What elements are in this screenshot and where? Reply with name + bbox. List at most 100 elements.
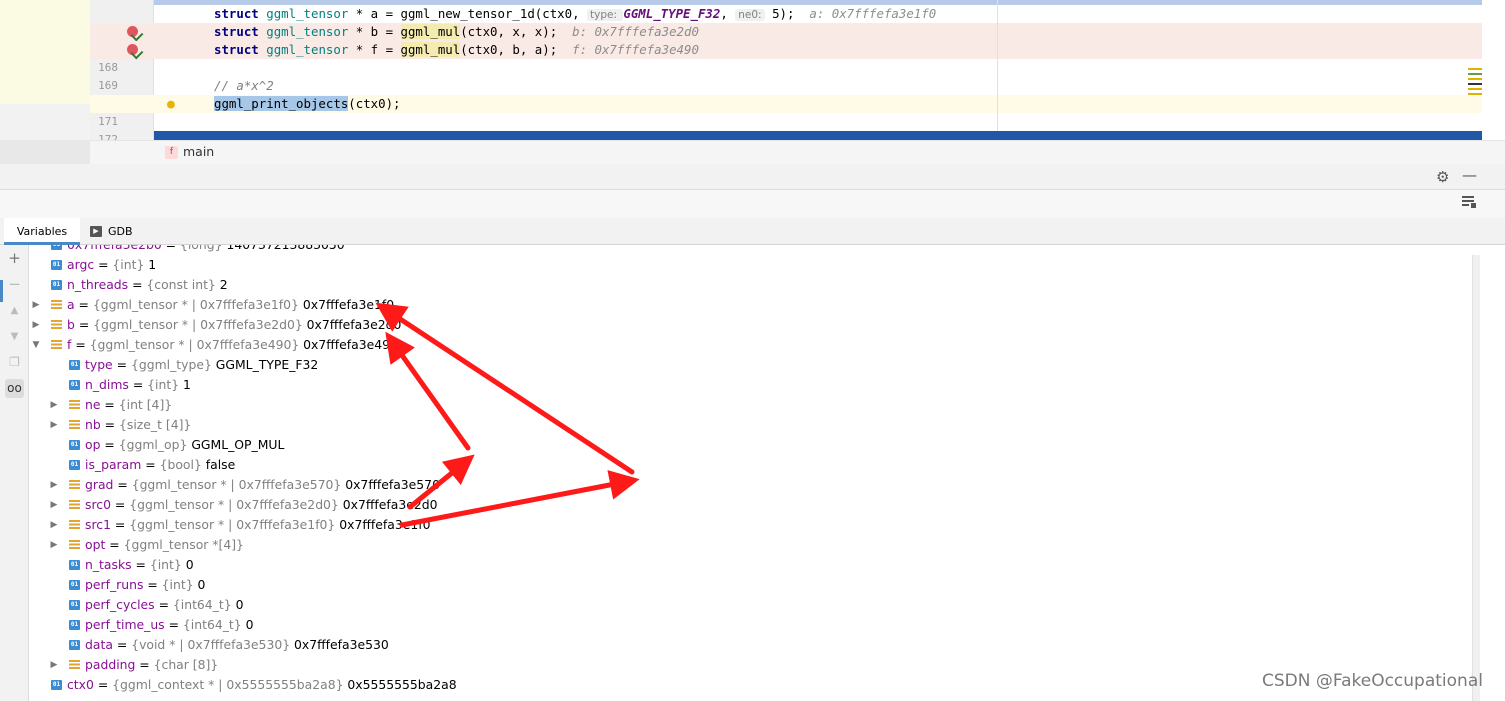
move-up-icon[interactable]: ▲ <box>5 301 24 320</box>
variable-row-is_param[interactable]: 01 is_param = {bool} false <box>29 455 1469 475</box>
code-line-172[interactable]: 172 <box>90 113 1482 140</box>
variable-type: {ggml_tensor * | 0x7fffefa3e1f0} <box>92 297 299 312</box>
copy-icon[interactable]: ❐ <box>5 353 24 372</box>
variable-value: 0x7fffefa3e1f0 <box>298 297 395 312</box>
primitive-value-icon: 01 <box>69 360 80 370</box>
primitive-value-icon: 01 <box>69 560 80 570</box>
expand-arrow-closed-icon[interactable]: ▶ <box>49 495 59 515</box>
code-text: , <box>720 6 736 21</box>
code-text: ); <box>779 6 795 21</box>
remove-watch-icon[interactable]: − <box>5 275 24 294</box>
variable-name: ctx0 <box>67 677 94 692</box>
variable-label: n_tasks = {int} 0 <box>85 557 194 572</box>
variable-type: {void * | 0x7fffefa3e530} <box>131 637 291 652</box>
keyword: struct <box>214 42 259 57</box>
variable-value: 0 <box>241 617 254 632</box>
move-down-icon[interactable]: ▼ <box>5 327 24 346</box>
variable-row-opt[interactable]: ▶ opt = {ggml_tensor *[4]} <box>29 535 1469 555</box>
breakpoint-icon[interactable] <box>127 44 138 55</box>
variable-value: 0x5555555ba2a8 <box>343 677 457 692</box>
minimize-icon[interactable]: — <box>1462 166 1477 184</box>
code-line-170[interactable]: 170 // a*x^2 <box>90 77 1482 110</box>
variable-row-perf_time_us[interactable]: 01 perf_time_us = {int64_t} 0 <box>29 615 1469 635</box>
breakpoint-icon[interactable] <box>127 26 138 37</box>
variable-row-src1[interactable]: ▶ src1 = {ggml_tensor * | 0x7fffefa3e1f0}… <box>29 515 1469 535</box>
variable-label: ctx0 = {ggml_context * | 0x5555555ba2a8}… <box>67 677 457 692</box>
variable-row-b[interactable]: ▶ b = {ggml_tensor * | 0x7fffefa3e2d0} 0x… <box>29 315 1469 335</box>
expand-arrow-closed-icon[interactable]: ▶ <box>31 315 41 335</box>
variable-row-ctx0[interactable]: 01 ctx0 = {ggml_context * | 0x5555555ba2a… <box>29 675 1469 695</box>
variable-name: 0x7fffefa3e2b0 <box>67 245 162 252</box>
variable-row-n_dims[interactable]: 01 n_dims = {int} 1 <box>29 375 1469 395</box>
variable-row-nb[interactable]: ▶ nb = {size_t [4]} <box>29 415 1469 435</box>
keyword: struct <box>214 24 259 39</box>
expand-arrow-closed-icon[interactable]: ▶ <box>31 295 41 315</box>
variables-tree[interactable]: 01 0x7fffefa3e2b0 = {long} 14073721388305… <box>29 245 1472 701</box>
expand-arrow-open-icon[interactable]: ▼ <box>31 335 41 355</box>
expand-arrow-closed-icon[interactable]: ▶ <box>49 655 59 675</box>
expand-arrow-closed-icon[interactable]: ▶ <box>49 535 59 555</box>
primitive-value-icon: 01 <box>69 440 80 450</box>
expand-arrow-closed-icon[interactable]: ▶ <box>49 415 59 435</box>
primitive-value-icon: 01 <box>51 260 62 270</box>
variable-row-f[interactable]: ▼ f = {ggml_tensor * | 0x7fffefa3e490} 0x… <box>29 335 1469 355</box>
variable-row-padding[interactable]: ▶ padding = {char [8]} <box>29 655 1469 675</box>
lightbulb-icon[interactable]: ● <box>167 96 175 114</box>
variable-row-grad[interactable]: ▶ grad = {ggml_tensor * | 0x7fffefa3e570}… <box>29 475 1469 495</box>
expand-arrow-closed-icon[interactable]: ▶ <box>49 515 59 535</box>
variable-label: perf_time_us = {int64_t} 0 <box>85 617 254 632</box>
tab-variables[interactable]: Variables <box>4 218 80 245</box>
variable-row-data[interactable]: 01 data = {void * | 0x7fffefa3e530} 0x7ff… <box>29 635 1469 655</box>
variable-row-ne[interactable]: ▶ ne = {int [4]} <box>29 395 1469 415</box>
layout-settings-icon[interactable] <box>1462 196 1476 208</box>
code-line-171[interactable]: 171 ● ggml_print_objects(ctx0); <box>90 95 1482 128</box>
variable-row-n_tasks[interactable]: 01 n_tasks = {int} 0 <box>29 555 1469 575</box>
variable-label: src1 = {ggml_tensor * | 0x7fffefa3e1f0} … <box>85 517 431 532</box>
variable-value: 140737213883050 <box>223 245 344 252</box>
variable-label: ne = {int [4]} <box>85 397 173 412</box>
breadcrumb-function[interactable]: main <box>183 144 214 159</box>
gear-icon[interactable]: ⚙ <box>1436 168 1449 186</box>
variable-name: nb <box>85 417 101 432</box>
variable-name: src1 <box>85 517 111 532</box>
function-icon: f <box>165 146 178 159</box>
tab-gdb[interactable]: ▶ GDB <box>88 218 144 245</box>
variable-row-op[interactable]: 01 op = {ggml_op} GGML_OP_MUL <box>29 435 1469 455</box>
variable-row-perf_cycles[interactable]: 01 perf_cycles = {int64_t} 0 <box>29 595 1469 615</box>
expand-arrow-closed-icon[interactable]: ▶ <box>49 395 59 415</box>
breadcrumb[interactable]: f main <box>90 140 1505 164</box>
expand-arrow-closed-icon[interactable]: ▶ <box>49 475 59 495</box>
variable-name: type <box>85 357 113 372</box>
param-hint-type-value: GGML_TYPE_F32 <box>623 6 721 21</box>
vertical-scrollbar[interactable] <box>1472 255 1480 701</box>
variable-row-src0[interactable]: ▶ src0 = {ggml_tensor * | 0x7fffefa3e2d0}… <box>29 495 1469 515</box>
variable-label: perf_runs = {int} 0 <box>85 577 206 592</box>
add-watch-icon[interactable]: + <box>5 249 24 268</box>
struct-field-icon <box>69 540 80 550</box>
variable-row-type[interactable]: 01 type = {ggml_type} GGML_TYPE_F32 <box>29 355 1469 375</box>
code-editor[interactable]: 166 struct ggml_tensor * a = ggml_new_te… <box>0 0 1505 140</box>
code-line-167[interactable]: 167 struct ggml_tensor * b = ggml_mul(ct… <box>90 23 1482 56</box>
variable-type: {ggml_tensor *[4]} <box>123 537 244 552</box>
primitive-value-icon: 01 <box>69 460 80 470</box>
variable-row-a[interactable]: ▶ a = {ggml_tensor * | 0x7fffefa3e1f0} 0x… <box>29 295 1469 315</box>
variable-type: {const int} <box>146 277 216 292</box>
variable-name: perf_cycles <box>85 597 155 612</box>
variable-value: GGML_OP_MUL <box>187 437 285 452</box>
variable-name: perf_runs <box>85 577 144 592</box>
code-line-168[interactable]: 168 struct ggml_tensor * f = ggml_mul(ct… <box>90 41 1482 74</box>
code-line-166[interactable]: 166 struct ggml_tensor * a = ggml_new_te… <box>90 5 1482 38</box>
param-hint-type: type: <box>587 9 624 21</box>
variable-row-0x7fffefa3e2b0[interactable]: 01 0x7fffefa3e2b0 = {long} 14073721388305… <box>29 245 1469 255</box>
debug-toolbar <box>0 190 1505 218</box>
variable-row-n_threads[interactable]: 01 n_threads = {const int} 2 <box>29 275 1469 295</box>
variable-value: 0x7fffefa3e2d0 <box>302 317 402 332</box>
variable-label: 0x7fffefa3e2b0 = {long} 140737213883050 <box>67 245 345 255</box>
type-name: ggml_tensor <box>266 6 349 21</box>
code-line-169[interactable]: 169 <box>90 59 1482 92</box>
struct-field-icon <box>69 400 80 410</box>
error-stripe[interactable] <box>1468 68 1482 108</box>
variable-row-argc[interactable]: 01 argc = {int} 1 <box>29 255 1469 275</box>
variable-row-perf_runs[interactable]: 01 perf_runs = {int} 0 <box>29 575 1469 595</box>
glasses-icon[interactable]: oo <box>5 379 24 398</box>
